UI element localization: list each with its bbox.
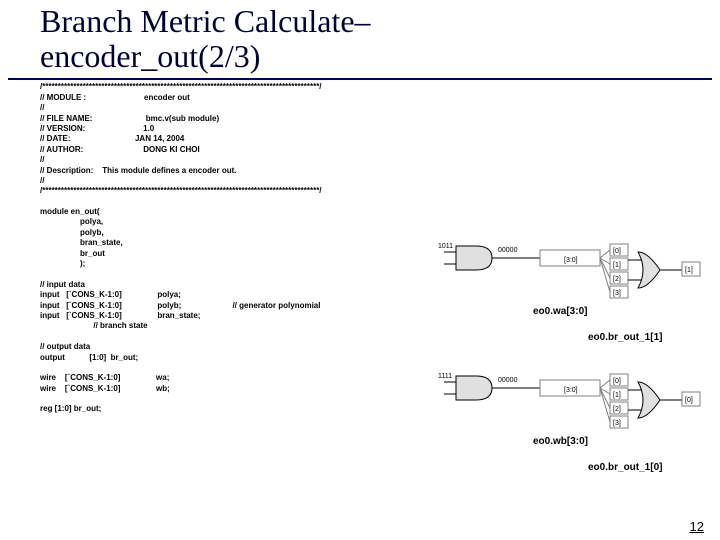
tap0: [0] <box>613 378 621 385</box>
mid-bits: 00000 <box>498 377 518 384</box>
title-line2: encoder_out(2/3) <box>40 38 260 74</box>
mid-bits: 00000 <box>498 247 518 254</box>
schematic-wb: 1111 00000 [3:0] [0] [1] [2] [3] [0] eo0… <box>438 370 708 485</box>
bus-label: [3:0] <box>564 257 578 264</box>
signal-a: eo0.wb[3:0] <box>533 436 588 447</box>
slide-title: Branch Metric Calculate– encoder_out(2/3… <box>0 0 720 74</box>
tap2: [2] <box>613 406 621 413</box>
out-bit: [0] <box>685 397 693 404</box>
signal-a: eo0.wa[3:0] <box>533 306 587 317</box>
signal-b: eo0.br_out_1[0] <box>588 462 662 473</box>
page-number: 12 <box>690 519 704 534</box>
in-bits: 1111 <box>438 373 452 380</box>
out-bit: [1] <box>685 267 693 274</box>
tap1: [1] <box>613 262 621 269</box>
signal-b: eo0.br_out_1[1] <box>588 332 662 343</box>
tap0: [0] <box>613 248 621 255</box>
schematic-wa: 1011 00000 [3:0] [0] [1] [2] [3] [1] eo0… <box>438 240 708 355</box>
tap1: [1] <box>613 392 621 399</box>
schematic-svg: 1011 00000 [3:0] [0] [1] [2] [3] [1] eo0… <box>438 240 708 350</box>
tap3: [3] <box>613 420 621 427</box>
in-bits: 1011 <box>438 243 453 250</box>
bus-label: [3:0] <box>564 387 578 394</box>
tap3: [3] <box>613 290 621 297</box>
schematic-svg: 1111 00000 [3:0] [0] [1] [2] [3] [0] eo0… <box>438 370 708 480</box>
tap2: [2] <box>613 276 621 283</box>
title-line1: Branch Metric Calculate– <box>40 3 371 39</box>
